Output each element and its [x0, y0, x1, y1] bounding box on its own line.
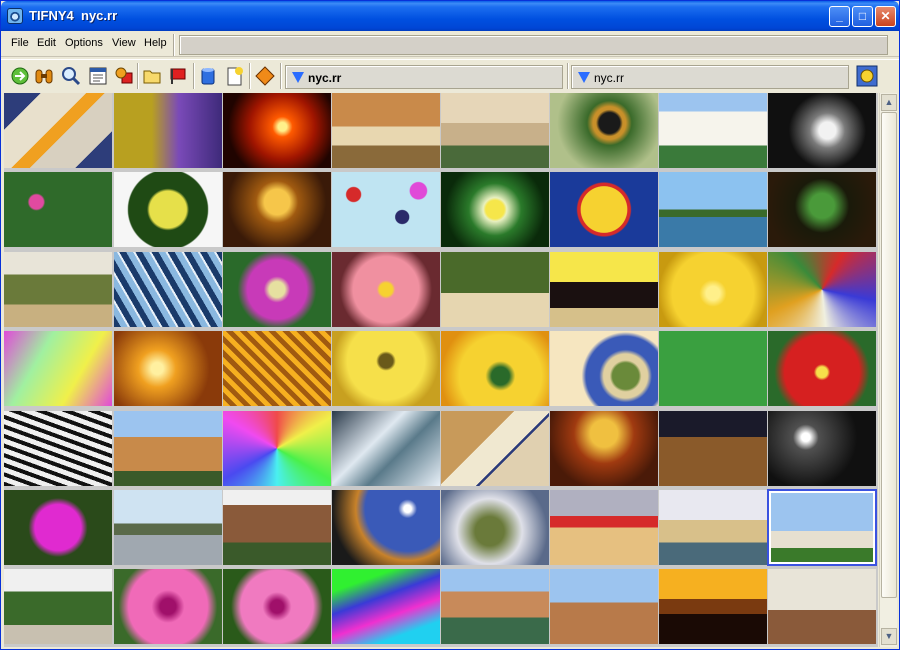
thumbnail-bull[interactable]	[550, 252, 658, 327]
thumbnail-fish-drawing[interactable]	[659, 331, 767, 406]
thumbnail-yellow-flower[interactable]	[332, 331, 440, 406]
minimize-button[interactable]: _	[829, 6, 850, 27]
toolbar-divider	[567, 63, 569, 89]
toolbar-divider	[249, 63, 251, 89]
dropdown-triangle-icon	[292, 72, 304, 83]
thumbnail-paper-fold[interactable]	[441, 411, 549, 486]
thumbnail-green-flower[interactable]	[441, 172, 549, 247]
thumbnail-gold-texture[interactable]	[223, 331, 331, 406]
thumbnail-bridge-castle[interactable]	[768, 569, 876, 644]
thumbnail-avenue[interactable]	[441, 252, 549, 327]
thumbnail-pink-aster[interactable]	[332, 252, 440, 327]
thumbnail-palm-avenue[interactable]	[4, 569, 112, 644]
go-icon[interactable]	[9, 65, 31, 87]
diamond-icon[interactable]	[254, 65, 276, 87]
thumbnail-pavilion-pond[interactable]	[441, 569, 549, 644]
thumbnail-riverside-town[interactable]	[659, 490, 767, 565]
collection-combo[interactable]: nyc.rr	[285, 65, 563, 89]
scroll-up-button[interactable]: ▲	[881, 94, 897, 111]
thumbnail-honeycomb[interactable]	[550, 411, 658, 486]
thumbnail-bullring[interactable]	[550, 490, 658, 565]
scroll-thumb[interactable]	[881, 112, 897, 598]
window-title: TIFNY4 nyc.rr	[29, 8, 118, 23]
thumbnail-city-night-moon[interactable]	[332, 490, 440, 565]
status-field	[179, 35, 888, 55]
thumbnail-rainbow-noise[interactable]	[223, 411, 331, 486]
thumbnail-green-sculpture[interactable]	[441, 490, 549, 565]
maximize-button[interactable]: □	[852, 6, 873, 27]
thumbnail-purple-flowers[interactable]	[114, 93, 222, 168]
thumbnail-park-trees[interactable]	[4, 252, 112, 327]
thumbnail-neon-abstract[interactable]	[332, 569, 440, 644]
thumbnail-polka-dots[interactable]	[332, 172, 440, 247]
thumbnail-plaza-bridge[interactable]	[332, 93, 440, 168]
thumbnail-river[interactable]	[659, 172, 767, 247]
thumbnail-red-flower[interactable]	[768, 331, 876, 406]
thumbnail-plaza-tower[interactable]	[114, 411, 222, 486]
flag-icon[interactable]	[167, 65, 189, 87]
thumbnail-face-woodcut[interactable]	[4, 411, 112, 486]
thumbnail-glass-beads[interactable]	[223, 172, 331, 247]
thumbnail-mosaic[interactable]	[4, 93, 112, 168]
database-icon[interactable]	[197, 65, 219, 87]
magnifier-icon[interactable]	[60, 65, 82, 87]
app-window: TIFNY4 nyc.rr _ □ ✕ File Edit Options Vi…	[0, 0, 900, 650]
thumbnail-yellow-dahlia[interactable]	[659, 252, 767, 327]
thumbnail-psychedelic[interactable]	[4, 331, 112, 406]
thumbnail-color-shapes[interactable]	[768, 252, 876, 327]
file-combo[interactable]: nyc.rr	[571, 65, 849, 89]
thumbnail-grid[interactable]	[4, 93, 878, 647]
thumbnail-night-skyline[interactable]	[768, 411, 876, 486]
thumbnail-sunset[interactable]	[659, 569, 767, 644]
menu-edit[interactable]: Edit	[37, 37, 56, 49]
thumbnail-purple-flower[interactable]	[223, 252, 331, 327]
thumbnail-flower-bush[interactable]	[4, 172, 112, 247]
thumbnail-pink-rose[interactable]	[114, 569, 222, 644]
form-icon[interactable]	[87, 65, 109, 87]
thumbnail-bee[interactable]	[550, 93, 658, 168]
new-doc-icon[interactable]	[223, 65, 245, 87]
sun-icon[interactable]	[856, 65, 878, 87]
thumbnail-blue-texture[interactable]	[114, 252, 222, 327]
menu-view[interactable]: View	[112, 37, 136, 49]
binoculars-icon[interactable]	[33, 65, 55, 87]
thumbnail-green-fruit[interactable]	[768, 172, 876, 247]
thumbnail-cathedral-dome[interactable]	[767, 489, 877, 566]
menu-divider	[173, 34, 175, 56]
thumbnail-bridge-arches[interactable]	[441, 93, 549, 168]
vertical-scrollbar[interactable]: ▲ ▼	[879, 93, 897, 647]
thumbnail-chrome-motorcycle[interactable]	[768, 93, 876, 168]
thumbnail-yellow-ball-flower[interactable]	[114, 172, 222, 247]
thumbnail-white-houses[interactable]	[659, 93, 767, 168]
thumbnail-amber-glass[interactable]	[114, 331, 222, 406]
thumbnail-tiles-pattern[interactable]	[550, 331, 658, 406]
thumbnail-pink-flowers-heart[interactable]	[4, 490, 112, 565]
thumbnail-bulldog-drawing[interactable]	[550, 172, 658, 247]
file-combo-value: nyc.rr	[594, 71, 624, 85]
thumbnail-pink-rose-2[interactable]	[223, 569, 331, 644]
dropdown-triangle-icon	[578, 72, 590, 83]
menu-help[interactable]: Help	[144, 37, 167, 49]
menu-options[interactable]: Options	[65, 37, 103, 49]
toolbar-divider	[137, 63, 139, 89]
thumbnail-red-glow[interactable]	[223, 93, 331, 168]
collection-combo-value: nyc.rr	[308, 71, 342, 85]
menu-file[interactable]: File	[11, 37, 29, 49]
thumbnail-night-city[interactable]	[659, 411, 767, 486]
folder-icon[interactable]	[141, 65, 163, 87]
thumbnail-waterfront[interactable]	[114, 490, 222, 565]
close-button[interactable]: ✕	[875, 6, 896, 27]
thumbnail-palace-facade[interactable]	[223, 490, 331, 565]
thumbnail-plaza-tower-2[interactable]	[550, 569, 658, 644]
thumbnail-ice-glass[interactable]	[332, 411, 440, 486]
shapes-icon[interactable]	[113, 65, 135, 87]
scroll-down-button[interactable]: ▼	[881, 628, 897, 645]
toolbar-divider	[193, 63, 195, 89]
toolbar-divider	[280, 63, 282, 89]
title-bar[interactable]: TIFNY4 nyc.rr _ □ ✕	[1, 1, 899, 31]
app-icon[interactable]	[7, 8, 23, 24]
thumbnail-yellow-closeup[interactable]	[441, 331, 549, 406]
